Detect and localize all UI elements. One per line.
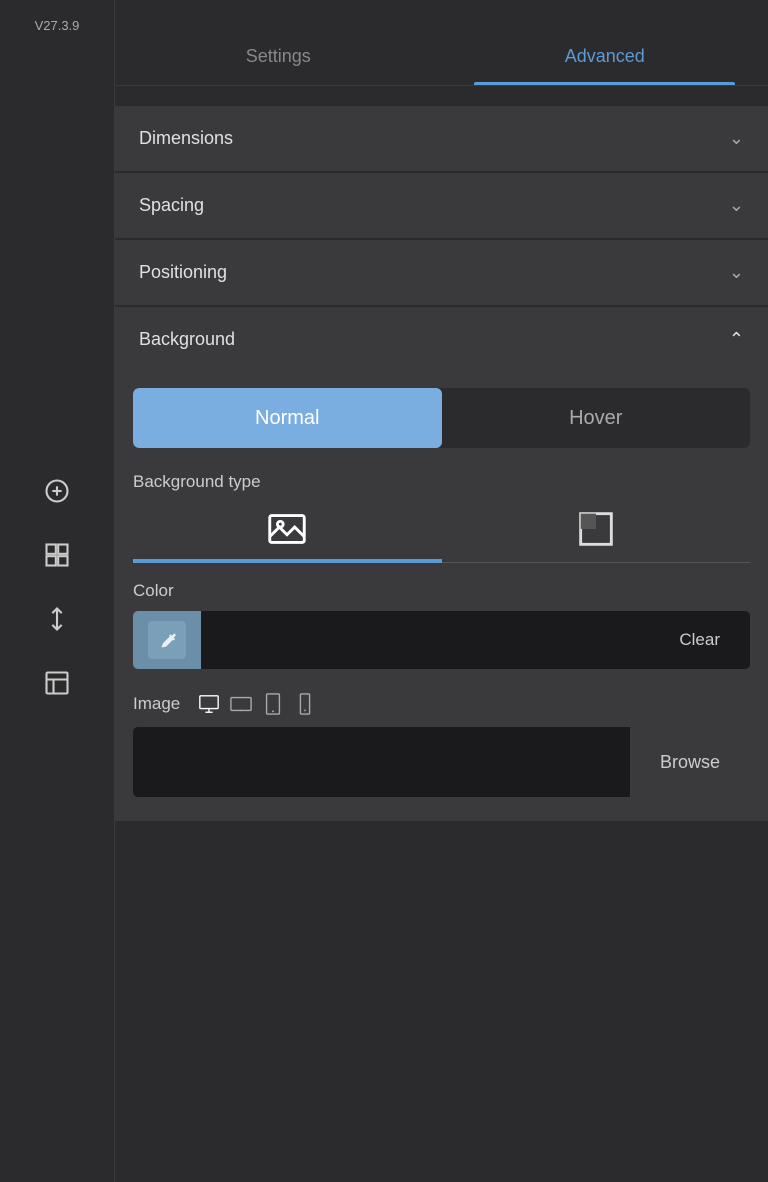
- dimensions-section: Dimensions ⌄: [115, 106, 768, 171]
- mobile-icon[interactable]: [294, 693, 316, 715]
- tablet-portrait-icon[interactable]: [262, 693, 284, 715]
- bg-type-image-button[interactable]: [133, 506, 442, 562]
- device-icons: [198, 693, 316, 715]
- sidebar: V27.3.9: [0, 0, 115, 1182]
- bg-type-icons: [133, 506, 750, 562]
- color-value-area: Clear: [201, 611, 750, 669]
- positioning-header[interactable]: Positioning ⌄: [115, 240, 768, 305]
- add-icon[interactable]: [39, 473, 75, 509]
- background-label: Background: [139, 329, 235, 350]
- background-body: Normal Hover Background type: [115, 372, 768, 821]
- normal-hover-toggle: Normal Hover: [133, 388, 750, 448]
- browse-button[interactable]: Browse: [630, 727, 750, 797]
- background-section: Background ⌃ Normal Hover Background typ…: [115, 307, 768, 821]
- content-body: Dimensions ⌄ Spacing ⌄ Positioning ⌄ Bac…: [115, 86, 768, 1182]
- bg-type-color-button[interactable]: [442, 506, 751, 562]
- spacing-header[interactable]: Spacing ⌄: [115, 173, 768, 238]
- tablet-landscape-icon[interactable]: [230, 693, 252, 715]
- positioning-section: Positioning ⌄: [115, 240, 768, 305]
- dimensions-chevron-icon: ⌄: [729, 128, 744, 149]
- spacing-chevron-icon: ⌄: [729, 195, 744, 216]
- color-row: Clear: [133, 611, 750, 669]
- sidebar-icons: [39, 473, 75, 701]
- layout-icon[interactable]: [39, 537, 75, 573]
- color-swatch-button[interactable]: [133, 611, 201, 669]
- normal-toggle-button[interactable]: Normal: [133, 388, 442, 448]
- spacing-label: Spacing: [139, 195, 204, 216]
- dimensions-label: Dimensions: [139, 128, 233, 149]
- tab-settings[interactable]: Settings: [115, 46, 442, 85]
- browse-row: Browse: [133, 727, 750, 797]
- positioning-label: Positioning: [139, 262, 227, 283]
- background-header[interactable]: Background ⌃: [115, 307, 768, 372]
- image-row: Image: [133, 693, 750, 715]
- sort-icon[interactable]: [39, 601, 75, 637]
- main-content: Settings Advanced Dimensions ⌄ Spacing ⌄…: [115, 0, 768, 1182]
- clear-color-button[interactable]: Clear: [665, 622, 734, 658]
- frame-icon[interactable]: [39, 665, 75, 701]
- tab-advanced[interactable]: Advanced: [442, 46, 768, 85]
- version-label: V27.3.9: [35, 18, 80, 33]
- background-chevron-icon: ⌃: [729, 329, 744, 350]
- color-swatch-inner: [148, 621, 186, 659]
- bg-type-divider: [133, 562, 750, 563]
- image-label: Image: [133, 694, 180, 714]
- dimensions-header[interactable]: Dimensions ⌄: [115, 106, 768, 171]
- active-underline: [133, 560, 442, 563]
- bg-type-label: Background type: [133, 472, 750, 492]
- spacing-section: Spacing ⌄: [115, 173, 768, 238]
- hover-toggle-button[interactable]: Hover: [442, 388, 751, 448]
- color-label: Color: [133, 581, 750, 601]
- desktop-icon[interactable]: [198, 693, 220, 715]
- positioning-chevron-icon: ⌄: [729, 262, 744, 283]
- tab-bar: Settings Advanced: [115, 0, 768, 86]
